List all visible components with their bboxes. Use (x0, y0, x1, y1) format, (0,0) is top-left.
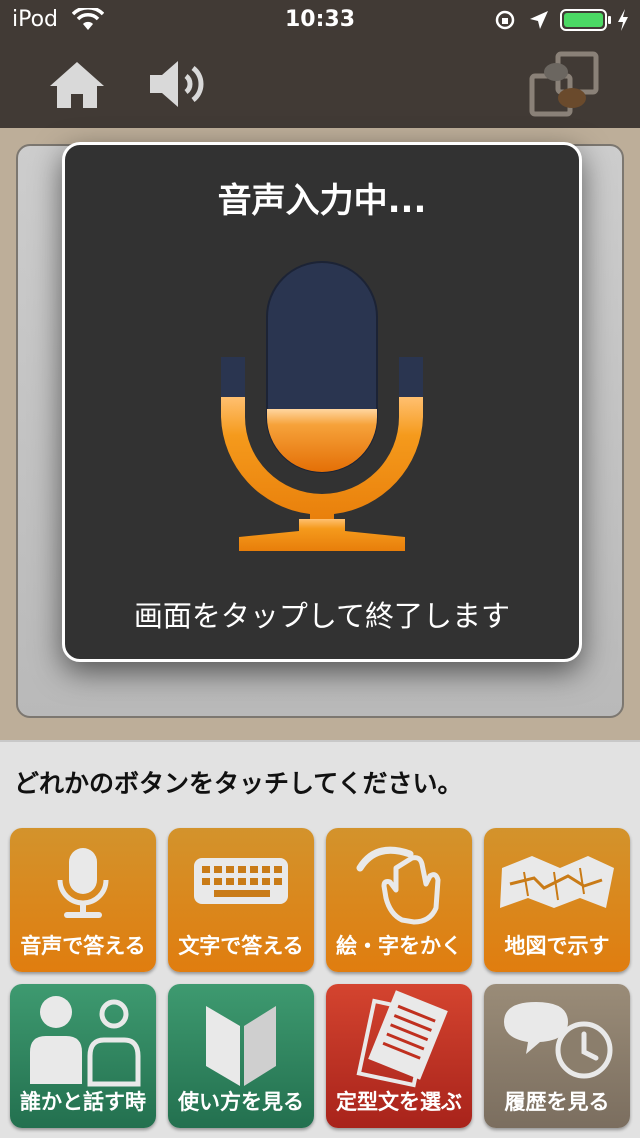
status-bar: iPod 10:33 (0, 0, 640, 40)
charging-icon (618, 9, 628, 31)
microphone-icon (57, 848, 109, 918)
chat-switch-icon[interactable] (528, 50, 600, 118)
people-icon (30, 996, 141, 1087)
speaker-icon[interactable] (148, 56, 210, 112)
voice-answer-label: 音声で答える (20, 934, 146, 958)
map-icon (500, 856, 614, 908)
keyboard-icon (194, 858, 288, 904)
home-icon[interactable] (48, 60, 106, 110)
talk-button[interactable]: 誰かと話す時 (10, 984, 156, 1128)
bottom-panel: どれかのボタンをタッチしてください。 音声で答える 文字で答える 絵・字をかく (0, 740, 640, 1138)
phrase-label: 定型文を選ぶ (336, 1090, 462, 1114)
instruction-text: どれかのボタンをタッチしてください。 (14, 769, 463, 798)
history-button[interactable]: 履歴を見る (484, 984, 630, 1128)
map-button[interactable]: 地図で示す (484, 828, 630, 972)
history-icon (504, 1002, 613, 1079)
microphone-icon (221, 261, 423, 551)
draw-label: 絵・字をかく (336, 934, 462, 958)
voice-answer-button[interactable]: 音声で答える (10, 828, 156, 972)
modal-hint: 画面をタップして終了します (133, 599, 511, 633)
book-icon (206, 1006, 276, 1086)
talk-label: 誰かと話す時 (20, 1090, 146, 1114)
how-to-button[interactable]: 使い方を見る (168, 984, 314, 1128)
hand-draw-icon (356, 846, 441, 925)
text-answer-label: 文字で答える (178, 934, 304, 958)
map-label: 地図で示す (504, 934, 610, 958)
toolbar (0, 40, 640, 128)
orientation-lock-icon (495, 10, 515, 30)
battery-icon (560, 9, 611, 31)
document-icon (356, 990, 448, 1088)
voice-input-modal[interactable]: 音声入力中... 画面をタップして終了します (62, 142, 582, 662)
draw-button[interactable]: 絵・字をかく (326, 828, 472, 972)
location-icon (530, 11, 548, 29)
how-to-label: 使い方を見る (178, 1090, 304, 1114)
modal-title: 音声入力中... (217, 181, 427, 221)
history-label: 履歴を見る (504, 1090, 610, 1114)
text-answer-button[interactable]: 文字で答える (168, 828, 314, 972)
phrase-button[interactable]: 定型文を選ぶ (326, 984, 472, 1128)
